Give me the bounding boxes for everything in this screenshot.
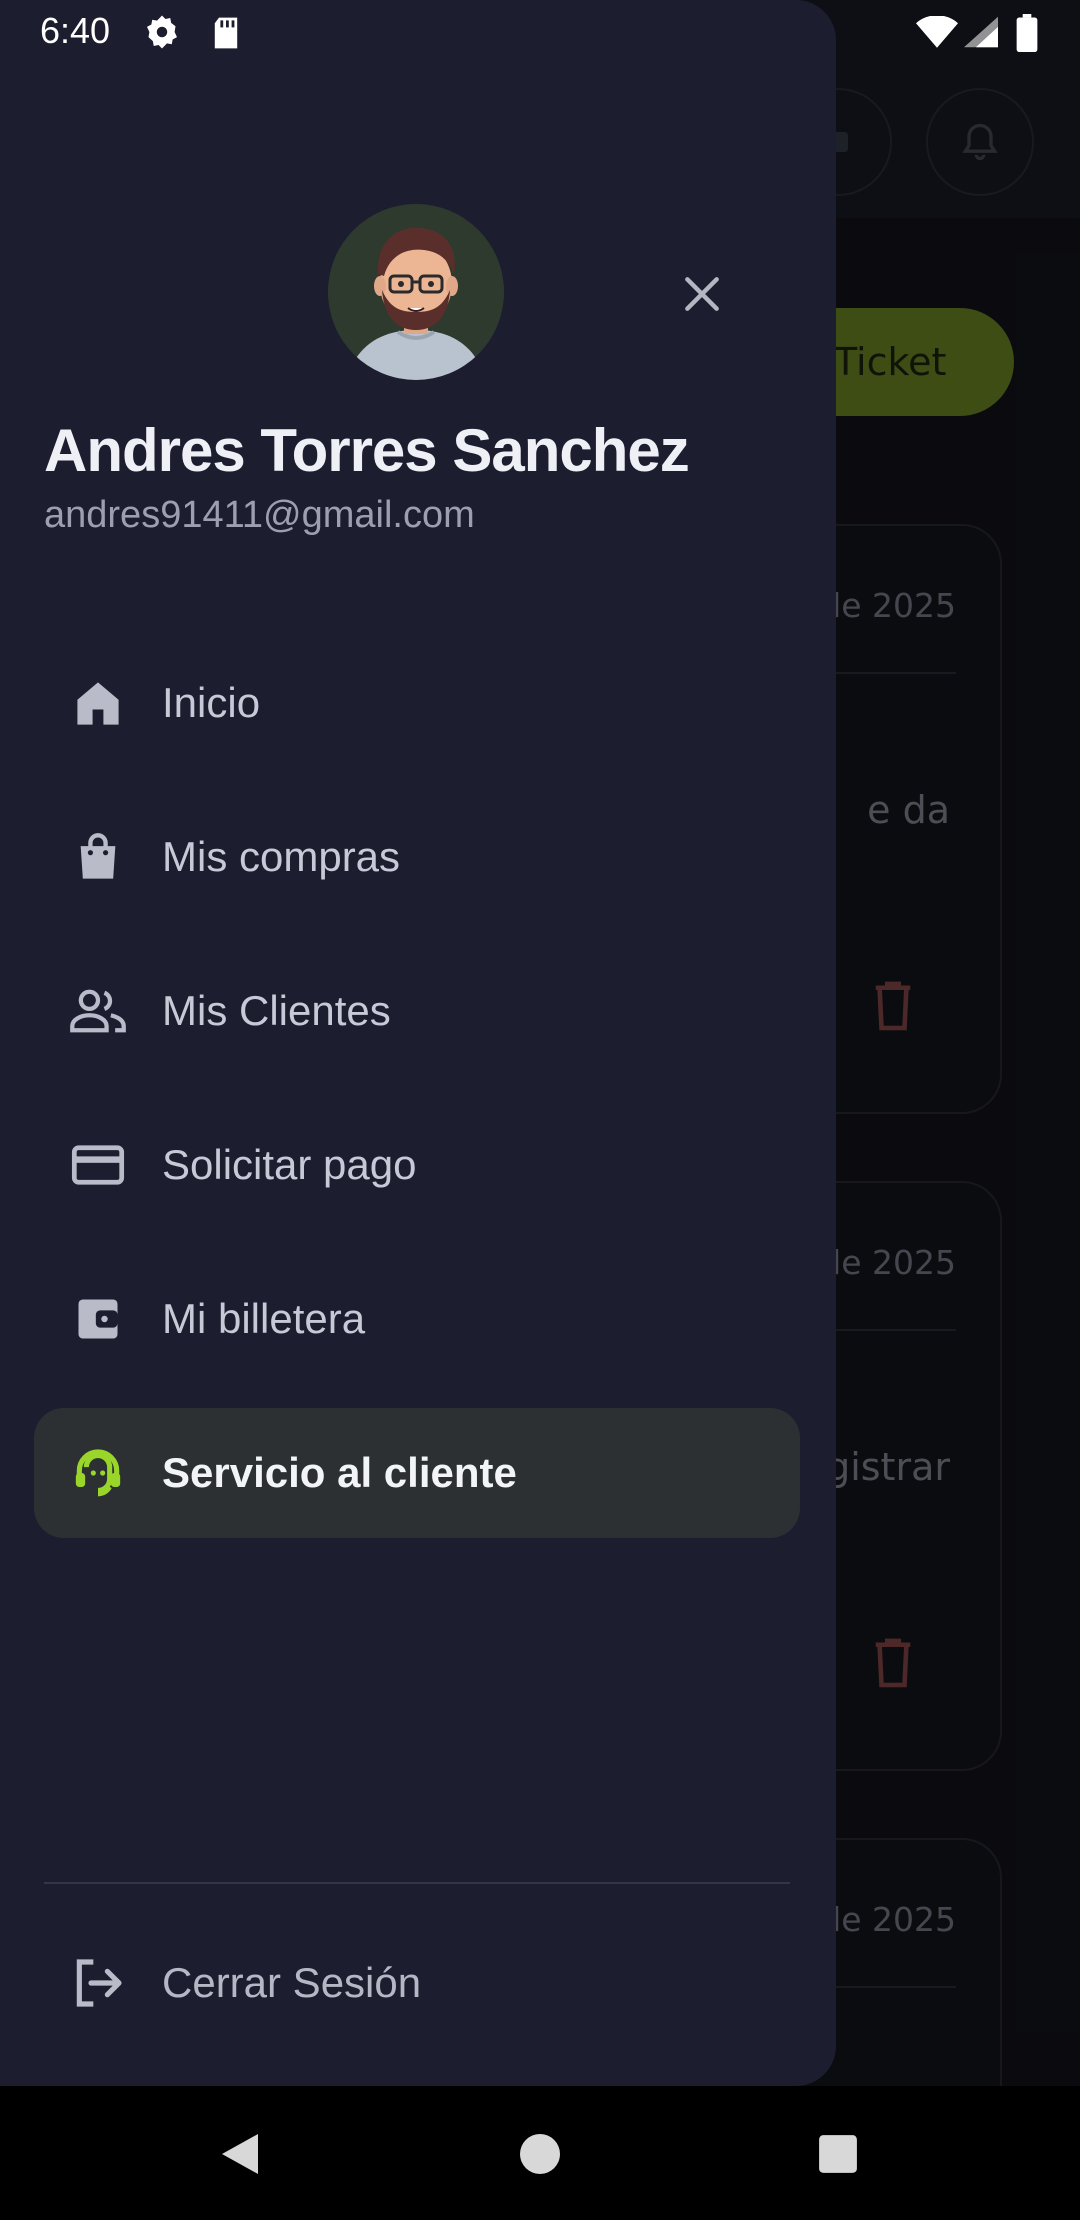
logout-button[interactable]: Cerrar Sesión [34,1918,800,2048]
wifi-icon [916,15,958,52]
back-button[interactable] [208,2122,272,2186]
menu-item-solicitar-pago[interactable]: Solicitar pago [34,1100,800,1230]
menu-item-label: Mis Clientes [162,987,391,1034]
avatar [328,204,504,380]
settings-gear-icon [144,14,180,54]
menu-item-mi-billetera[interactable]: Mi billetera [34,1254,800,1384]
user-email: andres91411@gmail.com [44,494,475,536]
back-triangle-icon [222,2134,258,2174]
menu-item-inicio[interactable]: Inicio [34,638,800,768]
drawer-divider [44,1882,790,1884]
home-button[interactable] [508,2122,572,2186]
user-name: Andres Torres Sanchez [44,417,690,484]
recents-square-icon [819,2135,857,2173]
wallet-icon [66,1287,130,1351]
home-icon [66,671,130,735]
close-drawer-button[interactable] [670,262,734,326]
sd-card-icon [212,16,240,54]
people-icon [66,979,130,1043]
cell-signal-icon [964,16,998,52]
close-icon [685,277,719,311]
shopping-bag-icon [66,825,130,889]
support-agent-icon [66,1441,130,1505]
menu-item-label: Inicio [162,679,261,726]
menu-item-label: Mi billetera [162,1295,366,1342]
system-navigation-bar [0,2086,1080,2220]
credit-card-icon [66,1133,130,1197]
user-avatar-illustration [328,204,504,380]
menu-item-label: Servicio al cliente [162,1449,517,1496]
menu-item-label: Solicitar pago [162,1141,417,1188]
status-time: 6:40 [40,10,111,51]
recents-button[interactable] [806,2122,870,2186]
menu-item-mis-compras[interactable]: Mis compras [34,792,800,922]
status-bar: 6:40 [0,0,1080,66]
home-circle-icon [520,2134,560,2174]
menu-item-servicio-al-cliente[interactable]: Servicio al cliente [34,1408,800,1538]
logout-label: Cerrar Sesión [162,1959,422,2006]
menu-item-mis-clientes[interactable]: Mis Clientes [34,946,800,1076]
battery-icon [1016,14,1038,56]
navigation-drawer: Andres Torres Sanchez andres91411@gmail.… [0,0,836,2086]
menu-item-label: Mis compras [162,833,401,880]
logout-icon [66,1951,130,2015]
